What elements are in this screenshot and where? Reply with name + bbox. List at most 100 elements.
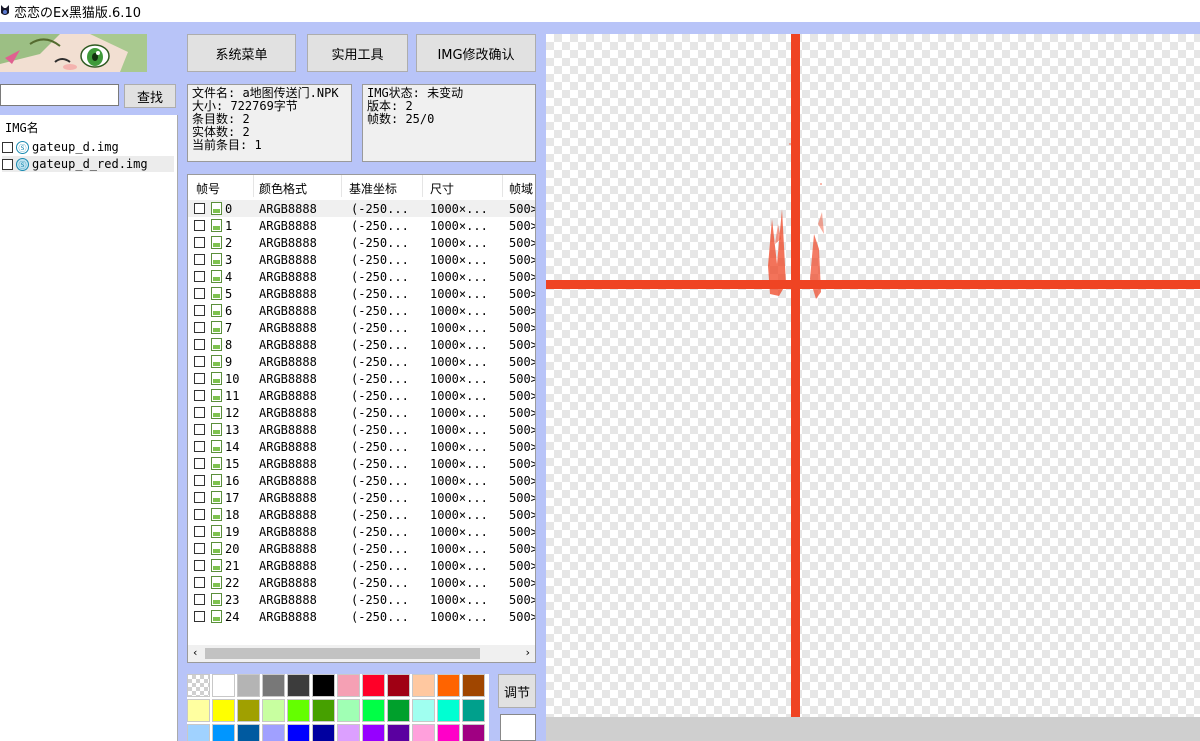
palette-swatch[interactable]: [262, 724, 285, 741]
tools-button[interactable]: 实用工具: [307, 34, 408, 72]
palette-swatch[interactable]: [187, 699, 210, 722]
palette-swatch[interactable]: [437, 674, 460, 697]
frame-checkbox[interactable]: [194, 390, 205, 401]
frame-checkbox[interactable]: [194, 441, 205, 452]
frame-row[interactable]: 18 ARGB8888 (-250... 1000×... 500>: [188, 506, 535, 523]
frame-checkbox[interactable]: [194, 373, 205, 384]
palette-swatch[interactable]: [387, 724, 410, 741]
frame-checkbox[interactable]: [194, 577, 205, 588]
frame-row[interactable]: 10 ARGB8888 (-250... 1000×... 500>: [188, 370, 535, 387]
palette-swatch[interactable]: [337, 724, 360, 741]
search-input[interactable]: [0, 84, 119, 106]
frame-checkbox[interactable]: [194, 458, 205, 469]
palette-swatch[interactable]: [362, 674, 385, 697]
scrollbar-thumb[interactable]: [205, 648, 480, 659]
palette-swatch[interactable]: [312, 674, 335, 697]
frame-checkbox[interactable]: [194, 594, 205, 605]
img-list-panel[interactable]: IMG名 Ⓢ gateup_d.img Ⓢ gateup_d_red.img: [0, 115, 178, 741]
palette-swatch[interactable]: [187, 724, 210, 741]
frame-row[interactable]: 19 ARGB8888 (-250... 1000×... 500>: [188, 523, 535, 540]
frame-checkbox[interactable]: [194, 254, 205, 265]
palette-swatch[interactable]: [362, 699, 385, 722]
palette-swatch[interactable]: [337, 674, 360, 697]
frame-checkbox[interactable]: [194, 288, 205, 299]
frame-row[interactable]: 12 ARGB8888 (-250... 1000×... 500>: [188, 404, 535, 421]
frame-row[interactable]: 9 ARGB8888 (-250... 1000×... 500>: [188, 353, 535, 370]
frame-checkbox[interactable]: [194, 543, 205, 554]
palette-swatch[interactable]: [387, 674, 410, 697]
frame-checkbox[interactable]: [194, 560, 205, 571]
palette-swatch[interactable]: [462, 724, 485, 741]
palette-swatch[interactable]: [287, 674, 310, 697]
palette-swatch[interactable]: [237, 699, 260, 722]
frame-row[interactable]: 8 ARGB8888 (-250... 1000×... 500>: [188, 336, 535, 353]
palette-swatch[interactable]: [412, 724, 435, 741]
frame-row[interactable]: 4 ARGB8888 (-250... 1000×... 500>: [188, 268, 535, 285]
column-color-format[interactable]: 颜色格式: [259, 180, 307, 197]
palette-swatch[interactable]: [337, 699, 360, 722]
palette-swatch[interactable]: [387, 699, 410, 722]
img-checkbox[interactable]: [2, 158, 13, 170]
frame-list[interactable]: 帧号 颜色格式 基准坐标 尺寸 帧域 0 ARGB8888 (-250... 1000…: [187, 174, 536, 663]
palette-swatch[interactable]: [312, 724, 335, 741]
frame-checkbox[interactable]: [194, 492, 205, 503]
palette-swatch[interactable]: [462, 699, 485, 722]
palette-swatch[interactable]: [362, 724, 385, 741]
palette-swatch[interactable]: [237, 674, 260, 697]
frame-checkbox[interactable]: [194, 322, 205, 333]
frame-row[interactable]: 22 ARGB8888 (-250... 1000×... 500>: [188, 574, 535, 591]
frame-checkbox[interactable]: [194, 203, 205, 214]
frame-row[interactable]: 21 ARGB8888 (-250... 1000×... 500>: [188, 557, 535, 574]
frame-row[interactable]: 7 ARGB8888 (-250... 1000×... 500>: [188, 319, 535, 336]
scroll-left-icon[interactable]: ‹: [192, 646, 199, 659]
frame-row[interactable]: 20 ARGB8888 (-250... 1000×... 500>: [188, 540, 535, 557]
frame-row[interactable]: 17 ARGB8888 (-250... 1000×... 500>: [188, 489, 535, 506]
palette-swatch[interactable]: [287, 724, 310, 741]
frame-row[interactable]: 0 ARGB8888 (-250... 1000×... 500>: [188, 200, 535, 217]
frame-row[interactable]: 1 ARGB8888 (-250... 1000×... 500>: [188, 217, 535, 234]
img-list-item[interactable]: Ⓢ gateup_d_red.img: [2, 156, 174, 172]
frame-checkbox[interactable]: [194, 220, 205, 231]
frame-checkbox[interactable]: [194, 356, 205, 367]
frame-row[interactable]: 23 ARGB8888 (-250... 1000×... 500>: [188, 591, 535, 608]
frame-checkbox[interactable]: [194, 339, 205, 350]
frame-row[interactable]: 14 ARGB8888 (-250... 1000×... 500>: [188, 438, 535, 455]
palette-swatch[interactable]: [287, 699, 310, 722]
search-button[interactable]: 查找: [124, 84, 176, 108]
palette-swatch[interactable]: [412, 699, 435, 722]
column-size[interactable]: 尺寸: [430, 180, 454, 197]
frame-checkbox[interactable]: [194, 526, 205, 537]
palette-swatch[interactable]: [212, 674, 235, 697]
frame-row[interactable]: 15 ARGB8888 (-250... 1000×... 500>: [188, 455, 535, 472]
frame-checkbox[interactable]: [194, 305, 205, 316]
frame-row[interactable]: 6 ARGB8888 (-250... 1000×... 500>: [188, 302, 535, 319]
palette-swatch[interactable]: [437, 699, 460, 722]
frame-checkbox[interactable]: [194, 424, 205, 435]
column-base-coord[interactable]: 基准坐标: [349, 180, 397, 197]
scroll-right-icon[interactable]: ›: [524, 646, 531, 659]
frame-row[interactable]: 24 ARGB8888 (-250... 1000×... 500>: [188, 608, 535, 625]
frame-checkbox[interactable]: [194, 237, 205, 248]
palette-swatch[interactable]: [412, 674, 435, 697]
system-menu-button[interactable]: 系统菜单: [187, 34, 296, 72]
frame-row[interactable]: 5 ARGB8888 (-250... 1000×... 500>: [188, 285, 535, 302]
palette-swatch[interactable]: [212, 724, 235, 741]
palette-swatch[interactable]: [262, 699, 285, 722]
frame-checkbox[interactable]: [194, 611, 205, 622]
frame-checkbox[interactable]: [194, 509, 205, 520]
frame-checkbox[interactable]: [194, 407, 205, 418]
adjust-button[interactable]: 调节: [498, 674, 536, 708]
palette-swatch[interactable]: [212, 699, 235, 722]
palette-swatch[interactable]: [462, 674, 485, 697]
preview-canvas[interactable]: [546, 34, 1200, 717]
column-frame-id[interactable]: 帧号: [196, 180, 220, 197]
frame-row[interactable]: 2 ARGB8888 (-250... 1000×... 500>: [188, 234, 535, 251]
frame-row[interactable]: 13 ARGB8888 (-250... 1000×... 500>: [188, 421, 535, 438]
palette-swatch[interactable]: [312, 699, 335, 722]
frame-row[interactable]: 3 ARGB8888 (-250... 1000×... 500>: [188, 251, 535, 268]
color-palette[interactable]: [187, 674, 489, 741]
frame-row[interactable]: 16 ARGB8888 (-250... 1000×... 500>: [188, 472, 535, 489]
img-list-item[interactable]: Ⓢ gateup_d.img: [2, 139, 174, 155]
column-frame-field[interactable]: 帧域: [509, 180, 533, 197]
palette-swatch[interactable]: [187, 674, 210, 697]
